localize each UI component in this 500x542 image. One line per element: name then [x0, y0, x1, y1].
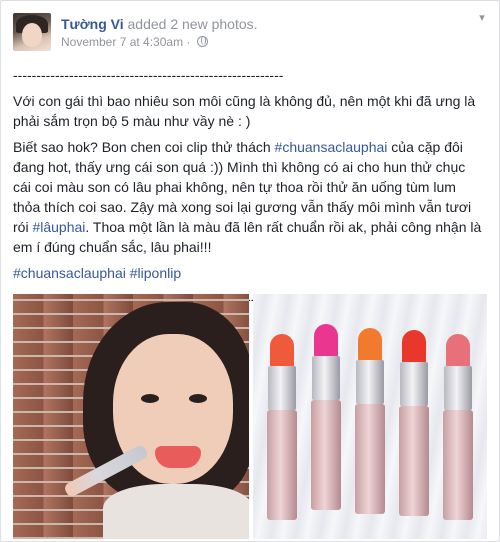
- post-title-line: Tường Vi added 2 new photos.: [61, 16, 258, 32]
- lipstick: [355, 328, 385, 518]
- chevron-down-icon[interactable]: ▾: [475, 11, 489, 25]
- lipstick: [311, 324, 341, 514]
- lipstick: [399, 330, 429, 520]
- paragraph-1: Với con gái thì bao nhiêu son môi cũng l…: [13, 93, 476, 129]
- globe-icon[interactable]: [196, 36, 208, 47]
- lipstick: [267, 334, 297, 524]
- post-timestamp[interactable]: November 7 at 4:30am: [61, 35, 183, 49]
- author-name[interactable]: Tường Vi: [61, 16, 124, 32]
- hashtag-chuansaclauphai-2[interactable]: #chuansaclauphai: [13, 265, 126, 281]
- hashtag-lauphai[interactable]: #lâuphai: [32, 219, 85, 235]
- selfie-photo[interactable]: [13, 294, 249, 539]
- meta-separator: ·: [186, 35, 191, 49]
- paragraph-2: Biết sao hok? Bon chen coi clip thử thác…: [13, 137, 487, 257]
- post-meta: November 7 at 4:30am ·: [61, 35, 208, 49]
- post-body: ----------------------------------------…: [13, 65, 487, 315]
- avatar[interactable]: [13, 13, 51, 51]
- lipsticks-photo[interactable]: [253, 294, 487, 539]
- hashtag-liponlip[interactable]: #liponlip: [130, 265, 181, 281]
- hashtag-chuansaclauphai[interactable]: #chuansaclauphai: [275, 139, 388, 155]
- hashtag-line: #chuansaclauphai #liponlip: [13, 263, 487, 283]
- photo-grid: [13, 294, 487, 539]
- post-action: added 2 new photos.: [127, 16, 258, 32]
- post-card: Tường Vi added 2 new photos. November 7 …: [0, 0, 500, 542]
- divider-top: ----------------------------------------…: [13, 67, 284, 83]
- paragraph-2-text-a: Biết sao hok? Bon chen coi clip thử thác…: [13, 139, 275, 155]
- lipstick: [443, 334, 473, 524]
